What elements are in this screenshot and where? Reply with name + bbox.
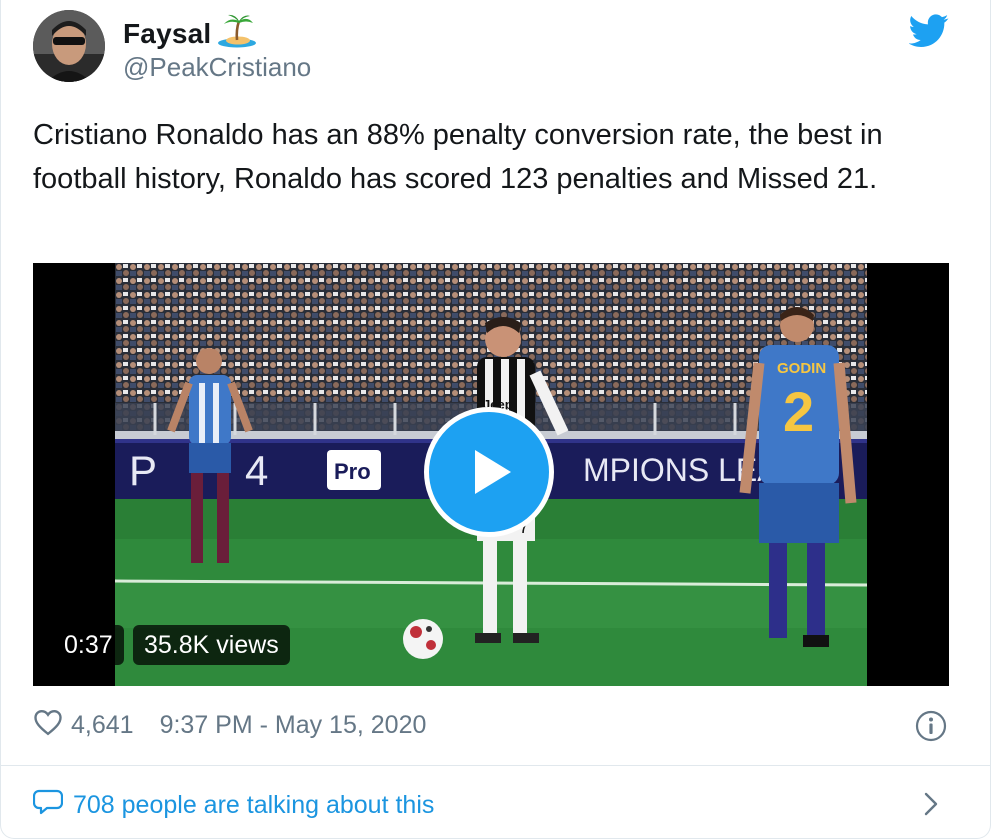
heart-icon [33, 708, 63, 743]
tweet-meta: 4,641 9:37 PM - May 15, 2020 [33, 708, 426, 743]
tweet-card: Faysal @PeakCristiano Cristiano Ronaldo … [0, 0, 991, 839]
video-view-count: 35.8K views [133, 625, 290, 665]
player-number-label: 2 [783, 380, 814, 443]
twitter-bird-icon[interactable] [908, 14, 949, 48]
info-icon[interactable] [915, 710, 947, 742]
user-handle[interactable]: @PeakCristiano [123, 52, 311, 83]
display-name[interactable]: Faysal [123, 18, 211, 50]
play-button[interactable] [424, 407, 554, 537]
player-name-label: GODIN [777, 360, 826, 377]
like-count: 4,641 [71, 711, 134, 739]
board-number: 4 [245, 447, 268, 494]
board-pro-label: Pro [334, 459, 371, 484]
video-player[interactable]: P 4 Pro MPIONS LEAGU Jeep 7 GODIN 2 0:37… [33, 263, 949, 686]
play-icon [475, 450, 511, 494]
avatar-image [33, 10, 105, 82]
island-emoji-icon [217, 14, 257, 53]
like-button[interactable]: 4,641 [33, 708, 134, 743]
avatar[interactable] [33, 10, 105, 82]
tweet-text: Cristiano Ronaldo has an 88% penalty con… [33, 119, 883, 195]
footer-divider [1, 765, 990, 766]
board-letter-left: P [129, 447, 157, 494]
conversation-text: 708 people are talking about this [73, 791, 435, 819]
video-duration: 0:37 [53, 625, 124, 665]
football [403, 619, 443, 659]
conversation-link[interactable]: 708 people are talking about this [32, 788, 435, 823]
chevron-right-icon[interactable] [919, 790, 943, 818]
display-name-row: Faysal [123, 14, 257, 53]
speech-bubble-icon [32, 788, 64, 823]
tweet-timestamp[interactable]: 9:37 PM - May 15, 2020 [160, 711, 427, 740]
